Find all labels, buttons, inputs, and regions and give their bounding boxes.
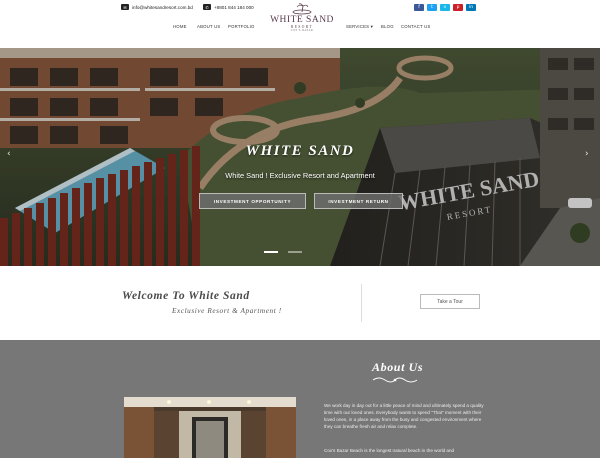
flourish-icon [372, 377, 418, 383]
social-links: f t v p in [414, 4, 476, 11]
nav-services[interactable]: SERVICES ▾ [346, 24, 373, 30]
nav-contact-us[interactable]: CONTACT US [401, 24, 431, 29]
slider-prev-icon[interactable]: ‹ [7, 149, 11, 159]
welcome-subtitle: Exclusive Resort & Apartment ! [172, 307, 282, 315]
investment-opportunity-button[interactable]: INVESTMENT OPPORTUNITY [199, 193, 306, 209]
about-paragraph-1: We work day in day out for a little peac… [324, 403, 484, 429]
hero-title: WHITE SAND [245, 143, 355, 159]
header-phone[interactable]: ✆ +8801 844 184 000 [203, 4, 254, 10]
twitter-icon[interactable]: t [427, 4, 437, 11]
hero-slider: WHITE SAND RESORT WHITE SAND White Sand … [0, 48, 600, 266]
phone-text: +8801 844 184 000 [214, 4, 254, 10]
pinterest-icon[interactable]: p [453, 4, 463, 11]
site-header: ✉ info@whitesandresort.com.bd ✆ +8801 84… [0, 0, 600, 48]
nav-about-us[interactable]: ABOUT US [197, 24, 221, 29]
nav-home[interactable]: HOME [173, 24, 187, 29]
hero-subtitle: White Sand ! Exclusive Resort and Apartm… [225, 171, 375, 180]
welcome-title: Welcome To White Sand [122, 290, 250, 302]
site-logo[interactable]: WHITE SAND RESORT COX'S BAZAR [266, 3, 338, 39]
nav-portfolio[interactable]: PORTFOLIO [228, 24, 255, 29]
logo-tagline: COX'S BAZAR [290, 29, 314, 32]
palm-logo-icon [292, 3, 312, 15]
about-paragraph-2: Cox's Bazar Beach is the longest natural… [324, 448, 455, 453]
phone-icon: ✆ [203, 4, 211, 10]
envelope-icon: ✉ [121, 4, 129, 10]
take-a-tour-button[interactable]: Take a Tour [420, 294, 480, 309]
slider-dot[interactable] [288, 251, 302, 253]
divider [361, 284, 362, 322]
lobby-photo [124, 397, 296, 458]
slider-dot-active[interactable] [264, 251, 278, 253]
logo-brand: WHITE SAND [270, 15, 334, 25]
facebook-icon[interactable]: f [414, 4, 424, 11]
email-text: info@whitesandresort.com.bd [132, 4, 193, 10]
header-email[interactable]: ✉ info@whitesandresort.com.bd [121, 4, 193, 10]
nav-blog[interactable]: BLOG [381, 24, 394, 29]
slider-next-icon[interactable]: › [585, 149, 589, 159]
vimeo-icon[interactable]: v [440, 4, 450, 11]
about-title: About Us [372, 360, 424, 374]
lobby-image [124, 397, 296, 458]
linkedin-icon[interactable]: in [466, 4, 476, 11]
welcome-section: Welcome To White Sand Exclusive Resort &… [0, 266, 600, 340]
about-section: About Us We work day in day out for a li… [0, 340, 600, 458]
investment-return-button[interactable]: INVESTMENT RETURN [314, 193, 403, 209]
